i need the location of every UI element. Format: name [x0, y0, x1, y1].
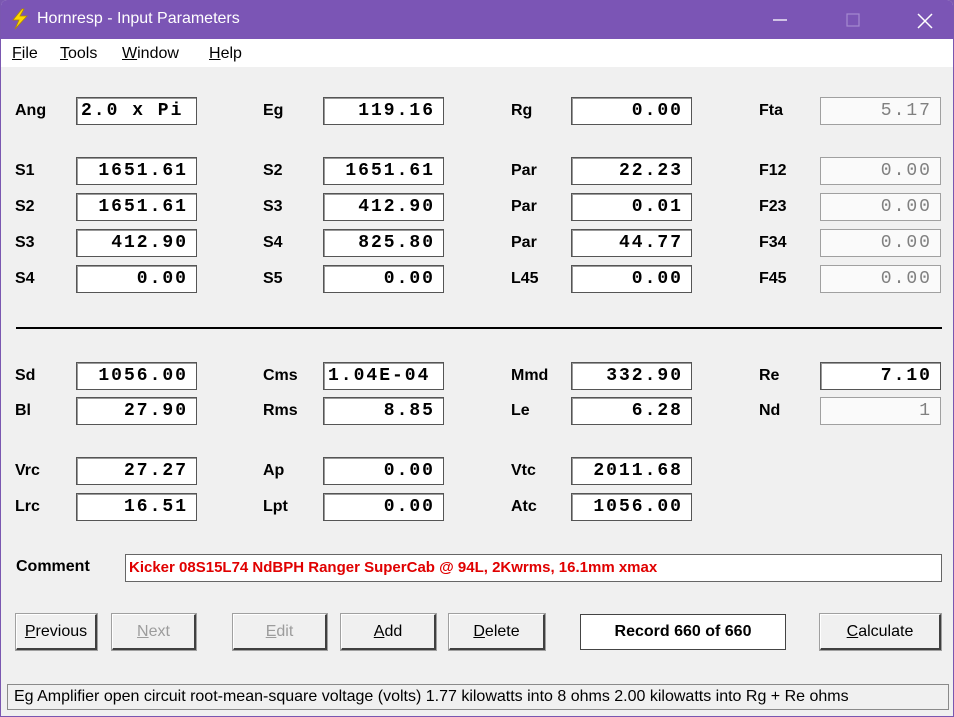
label-s5: S5: [263, 270, 283, 287]
label-par-3: Par: [511, 234, 537, 251]
label-vtc: Vtc: [511, 462, 536, 479]
vtc-field[interactable]: 2011.68: [571, 457, 692, 485]
lpt-field[interactable]: 0.00: [323, 493, 444, 521]
label-lrc: Lrc: [15, 498, 40, 515]
fta-field: 5.17: [820, 97, 941, 125]
label-lpt: Lpt: [263, 498, 288, 515]
label-f45: F45: [759, 270, 787, 287]
f34-field: 0.00: [820, 229, 941, 257]
label-atc: Atc: [511, 498, 537, 515]
label-l45: L45: [511, 270, 539, 287]
rms-field[interactable]: 8.85: [323, 397, 444, 425]
s1-field[interactable]: 1651.61: [76, 157, 197, 185]
s4-field[interactable]: 0.00: [76, 265, 197, 293]
label-f23: F23: [759, 198, 787, 215]
label-f34: F34: [759, 234, 787, 251]
comment-field[interactable]: Kicker 08S15L74 NdBPH Ranger SuperCab @ …: [125, 554, 942, 582]
label-eg: Eg: [263, 102, 284, 119]
maximize-icon: [846, 13, 860, 27]
menu-tools[interactable]: Tools: [60, 45, 97, 63]
menu-window[interactable]: Window: [122, 45, 179, 63]
delete-button[interactable]: Delete: [448, 613, 546, 651]
hornresp-window: Hornresp - Input Parameters File Tools W…: [1, 0, 953, 716]
eg-field[interactable]: 119.16: [323, 97, 444, 125]
label-rg: Rg: [511, 102, 533, 119]
bl-field[interactable]: 27.90: [76, 397, 197, 425]
label-s1: S1: [15, 162, 35, 179]
label-sd: Sd: [15, 367, 36, 384]
close-icon: [917, 13, 933, 29]
ap-field[interactable]: 0.00: [323, 457, 444, 485]
label-vrc: Vrc: [15, 462, 40, 479]
label-s4-upper: S4: [263, 234, 283, 251]
label-bl: Bl: [15, 402, 31, 419]
label-fta: Fta: [759, 102, 783, 119]
label-s2: S2: [15, 198, 35, 215]
close-button[interactable]: [901, 0, 947, 39]
f23-field: 0.00: [820, 193, 941, 221]
label-rms: Rms: [263, 402, 298, 419]
label-s4: S4: [15, 270, 35, 287]
label-par-1: Par: [511, 162, 537, 179]
label-mmd: Mmd: [511, 367, 549, 384]
s2-upper-field[interactable]: 1651.61: [323, 157, 444, 185]
edit-button: Edit: [232, 613, 328, 651]
label-s2-upper: S2: [263, 162, 283, 179]
ang-field[interactable]: 2.0 x Pi: [76, 97, 197, 125]
atc-field[interactable]: 1056.00: [571, 493, 692, 521]
re-field[interactable]: 7.10: [820, 362, 941, 390]
f12-field: 0.00: [820, 157, 941, 185]
par-1-field[interactable]: 22.23: [571, 157, 692, 185]
label-comment: Comment: [16, 558, 90, 575]
calculate-button[interactable]: Calculate: [819, 613, 942, 651]
label-f12: F12: [759, 162, 787, 179]
label-cms: Cms: [263, 367, 298, 384]
label-par-2: Par: [511, 198, 537, 215]
sd-field[interactable]: 1056.00: [76, 362, 197, 390]
label-s3-upper: S3: [263, 198, 283, 215]
par-3-field[interactable]: 44.77: [571, 229, 692, 257]
l45-field[interactable]: 0.00: [571, 265, 692, 293]
par-2-field[interactable]: 0.01: [571, 193, 692, 221]
lrc-field[interactable]: 16.51: [76, 493, 197, 521]
add-button[interactable]: Add: [340, 613, 437, 651]
lightning-bolt-icon: [9, 8, 31, 30]
window-title: Hornresp - Input Parameters: [37, 10, 240, 27]
label-nd: Nd: [759, 402, 781, 419]
s4-upper-field[interactable]: 825.80: [323, 229, 444, 257]
menu-bar: File Tools Window Help: [1, 39, 953, 67]
s3-upper-field[interactable]: 412.90: [323, 193, 444, 221]
s3-field[interactable]: 412.90: [76, 229, 197, 257]
next-button: Next: [111, 613, 197, 651]
s5-field[interactable]: 0.00: [323, 265, 444, 293]
minimize-button[interactable]: [757, 0, 803, 39]
record-indicator: Record 660 of 660: [580, 614, 786, 650]
menu-file[interactable]: File: [12, 45, 38, 63]
cms-field[interactable]: 1.04E-04: [323, 362, 444, 390]
minimize-icon: [773, 19, 787, 21]
previous-button[interactable]: Previous: [15, 613, 98, 651]
section-divider: [16, 327, 942, 329]
title-bar[interactable]: Hornresp - Input Parameters: [1, 0, 953, 39]
label-le: Le: [511, 402, 530, 419]
label-re: Re: [759, 367, 780, 384]
nd-field: 1: [820, 397, 941, 425]
rg-field[interactable]: 0.00: [571, 97, 692, 125]
maximize-button[interactable]: [830, 0, 876, 39]
label-ap: Ap: [263, 462, 285, 479]
mmd-field[interactable]: 332.90: [571, 362, 692, 390]
s2-field[interactable]: 1651.61: [76, 193, 197, 221]
f45-field: 0.00: [820, 265, 941, 293]
menu-help[interactable]: Help: [209, 45, 242, 63]
status-bar: Eg Amplifier open circuit root-mean-squa…: [7, 684, 949, 710]
le-field[interactable]: 6.28: [571, 397, 692, 425]
vrc-field[interactable]: 27.27: [76, 457, 197, 485]
label-ang: Ang: [15, 102, 47, 119]
label-s3: S3: [15, 234, 35, 251]
